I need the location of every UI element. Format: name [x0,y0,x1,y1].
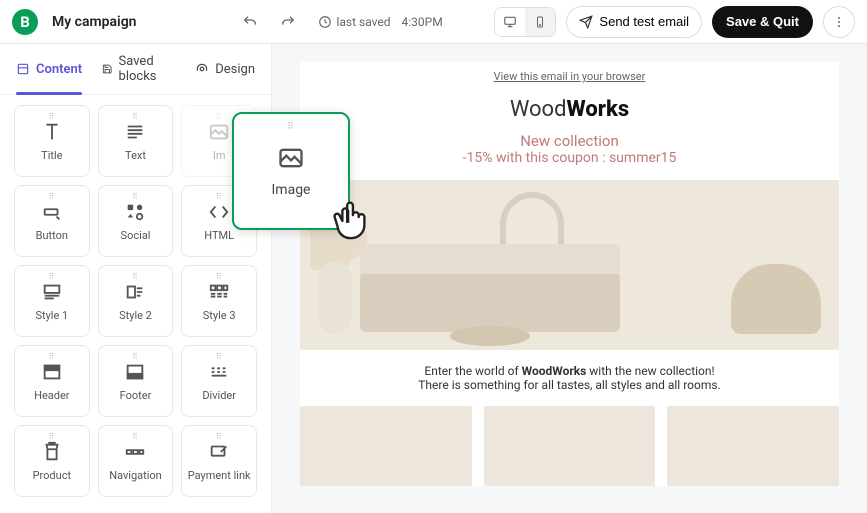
left-tabs: Content Saved blocks Design [0,44,271,95]
tab-design[interactable]: Design [195,54,255,94]
thumb-1[interactable] [300,406,472,486]
block-style1[interactable]: ⠿ Style 1 [14,265,90,337]
block-divider[interactable]: ⠿ Divider [181,345,257,417]
block-title[interactable]: ⠿ Title [14,105,90,177]
send-icon [579,15,593,29]
email-preview[interactable]: View this email in your browser WoodWork… [300,62,839,486]
hero-image[interactable] [300,180,839,350]
desktop-icon [503,15,517,29]
block-text[interactable]: ⠿ Text [98,105,174,177]
email-copy-2: There is something for all tastes, all s… [300,378,839,392]
style2-icon [122,281,148,303]
footer-icon [122,361,148,383]
blocks-grid: ⠿ Title ⠿ Text ⠿ Im ⠿ Button ⠿ Social ⠿ [14,105,257,497]
image-icon [274,144,308,172]
left-panel: Content Saved blocks Design ⠿ Title ⠿ Te… [0,44,272,513]
block-footer[interactable]: ⠿ Footer [98,345,174,417]
clock-icon [318,15,332,29]
mobile-icon [534,15,546,29]
tab-content[interactable]: Content [16,54,82,94]
content-icon [16,62,30,76]
preview-desktop-button[interactable] [495,8,525,36]
product-thumbs [300,406,839,486]
block-style3[interactable]: ⠿ Style 3 [181,265,257,337]
design-icon [195,62,209,76]
image-icon [206,121,232,143]
block-button[interactable]: ⠿ Button [14,185,90,257]
topbar: B My campaign last saved 4:30PM Send tes… [0,0,867,44]
divider-icon [206,361,232,383]
body: Content Saved blocks Design ⠿ Title ⠿ Te… [0,44,867,513]
undo-icon [242,14,258,30]
save-quit-button[interactable]: Save & Quit [712,6,813,38]
undo-button[interactable] [236,8,264,36]
more-button[interactable] [823,6,855,38]
thumb-2[interactable] [484,406,656,486]
more-vertical-icon [832,15,846,29]
block-product[interactable]: ⠿ Product [14,425,90,497]
preview-mobile-button[interactable] [525,8,555,36]
brand-badge: B [12,9,38,35]
promo-line-1: New collection [300,132,839,150]
navigation-icon [122,441,148,463]
block-payment-link[interactable]: ⠿ Payment link [181,425,257,497]
cursor-hand-icon [328,196,374,242]
promo-line-2: -15% with this coupon : summer15 [300,150,839,166]
block-navigation[interactable]: ⠿ Navigation [98,425,174,497]
save-icon [102,62,112,76]
title-icon [39,121,65,143]
send-test-button[interactable]: Send test email [566,6,702,38]
button-icon [39,201,65,223]
thumb-3[interactable] [667,406,839,486]
campaign-name[interactable]: My campaign [52,14,136,30]
style3-icon [206,281,232,303]
tab-saved-blocks[interactable]: Saved blocks [102,54,175,94]
block-social[interactable]: ⠿ Social [98,185,174,257]
redo-button[interactable] [274,8,302,36]
header-icon [39,361,65,383]
last-saved: last saved 4:30PM [318,15,442,29]
style1-icon [39,281,65,303]
social-icon [122,201,148,223]
redo-icon [280,14,296,30]
blocks-scroll[interactable]: ⠿ Title ⠿ Text ⠿ Im ⠿ Button ⠿ Social ⠿ [0,95,271,513]
block-header[interactable]: ⠿ Header [14,345,90,417]
code-icon [206,201,232,223]
payment-icon [206,441,232,463]
device-toggle [494,7,556,37]
email-logo: WoodWorks [300,97,839,122]
block-style2[interactable]: ⠿ Style 2 [98,265,174,337]
view-in-browser-link[interactable]: View this email in your browser [300,62,839,97]
product-icon [39,441,65,463]
canvas[interactable]: View this email in your browser WoodWork… [272,44,867,513]
email-copy-1: Enter the world of WoodWorks with the ne… [300,364,839,378]
text-icon [122,121,148,143]
